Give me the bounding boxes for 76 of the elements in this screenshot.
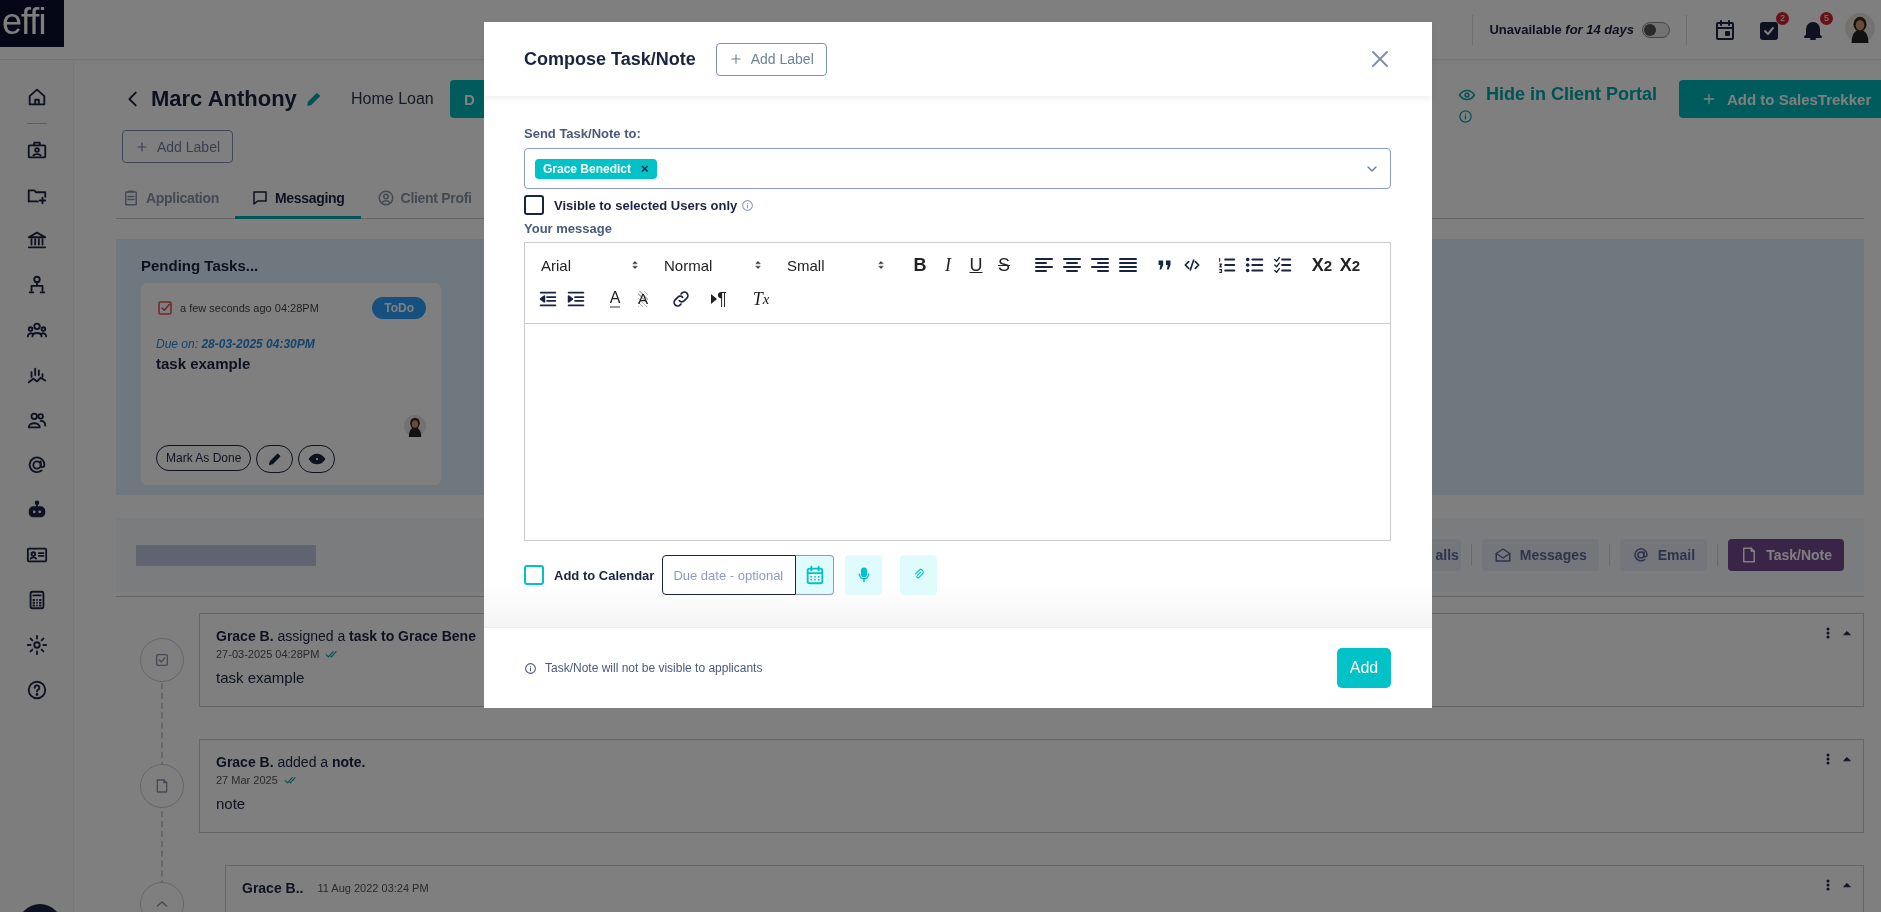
activity-text: task example [216,669,305,686]
checkbox-label: Visible to selected Users only [554,197,738,213]
plus-icon [135,139,149,154]
sort-arrows-icon [752,259,764,271]
checklist-icon[interactable] [1272,254,1294,276]
pencil-icon [266,451,283,467]
task-text: task example [156,355,251,372]
notification-badge: 2 [1776,11,1789,25]
at-sign-icon [1631,546,1650,564]
calendar-icon[interactable] [1713,17,1737,42]
activity-time: 27 Mar 2025 [216,774,278,786]
add-label-button[interactable]: Add Label [715,42,827,76]
document-icon [154,778,170,794]
info-icon [524,661,537,675]
activity-time: 11 Aug 2022 03:24 PM [317,882,429,894]
bold-button[interactable]: B [906,253,934,277]
notification-badge: 5 [1820,11,1833,25]
dropdown-picker[interactable]: Normal [660,253,768,277]
help-icon[interactable] [25,679,48,701]
bank-icon[interactable] [25,229,48,251]
link-icon[interactable] [671,289,691,309]
dialog-title: Compose Task/Note [524,48,696,70]
briefcase-icon[interactable] [25,139,48,161]
clipboard-icon [122,188,140,207]
visibility-note: Task/Note will not be visible to applicants [545,661,763,675]
activity-heading: Grace B. added a note. [216,754,366,770]
checkbox-label: Add to Calendar [554,567,655,583]
status-badge: ToDo [372,297,426,319]
plus-icon [728,52,743,66]
info-icon [741,198,755,212]
field-label: Your message [524,221,613,236]
calendar-button[interactable] [796,555,835,595]
italic-button[interactable]: I [934,253,962,277]
logo[interactable]: effi [0,0,64,47]
dropdown-picker[interactable]: Arial [537,253,645,277]
checkbox[interactable] [524,195,544,215]
checkbox-icon [154,652,170,668]
sort-arrows-icon [629,259,641,271]
dropdown-picker[interactable]: Small [783,253,891,277]
loan-type: Home Loan [351,90,435,108]
edit-button[interactable] [256,445,294,473]
strikethrough-button[interactable]: S [990,253,1018,277]
checkbox[interactable] [524,565,544,585]
remove-chip-button[interactable]: × [641,161,649,176]
avatar [1845,12,1875,43]
chat-icon [250,188,269,207]
sort-arrows-icon [875,259,887,271]
activity-author: Grace B.. [242,880,304,896]
text-color-button[interactable]: A [601,287,629,311]
activity-text: note [216,795,246,812]
underline-button[interactable]: U [962,253,990,277]
view-button[interactable] [298,445,336,473]
availability-toggle[interactable] [1642,21,1670,38]
person-circle-icon [376,188,395,207]
avatar [404,415,426,437]
triangle-icon [711,294,718,304]
task-time: a few seconds ago 04:28PM [180,302,319,314]
client-name: Marc Anthony [151,86,297,112]
field-label: Send Task/Note to: [524,126,642,141]
mark-done-button[interactable]: Mark As Done [156,445,252,471]
envelope-icon [1493,546,1512,564]
due-date-field[interactable]: Due date - optional [662,555,797,595]
availability-label: Unavailable for 14 days [1489,22,1634,37]
text-direction-button[interactable]: ¶ [705,287,733,311]
highlight-color-button[interactable]: A [629,287,657,311]
due-date: Due on: 28-03-2025 04:30PM [156,337,315,351]
activity-heading: Grace B. assigned a task to Grace Bene [216,628,476,644]
recipient-select[interactable]: Grace Benedict × [524,148,1391,189]
panel-title: Pending Tasks... [141,257,259,274]
gear-icon[interactable] [25,634,48,656]
recipient-name: Grace Benedict [543,161,632,176]
tab[interactable]: Messaging [234,179,361,219]
plus-icon [1701,91,1717,107]
activity-time: 27-03-2025 04:28PM [216,648,320,660]
info-icon [1457,109,1473,124]
task-check-icon [156,299,174,317]
